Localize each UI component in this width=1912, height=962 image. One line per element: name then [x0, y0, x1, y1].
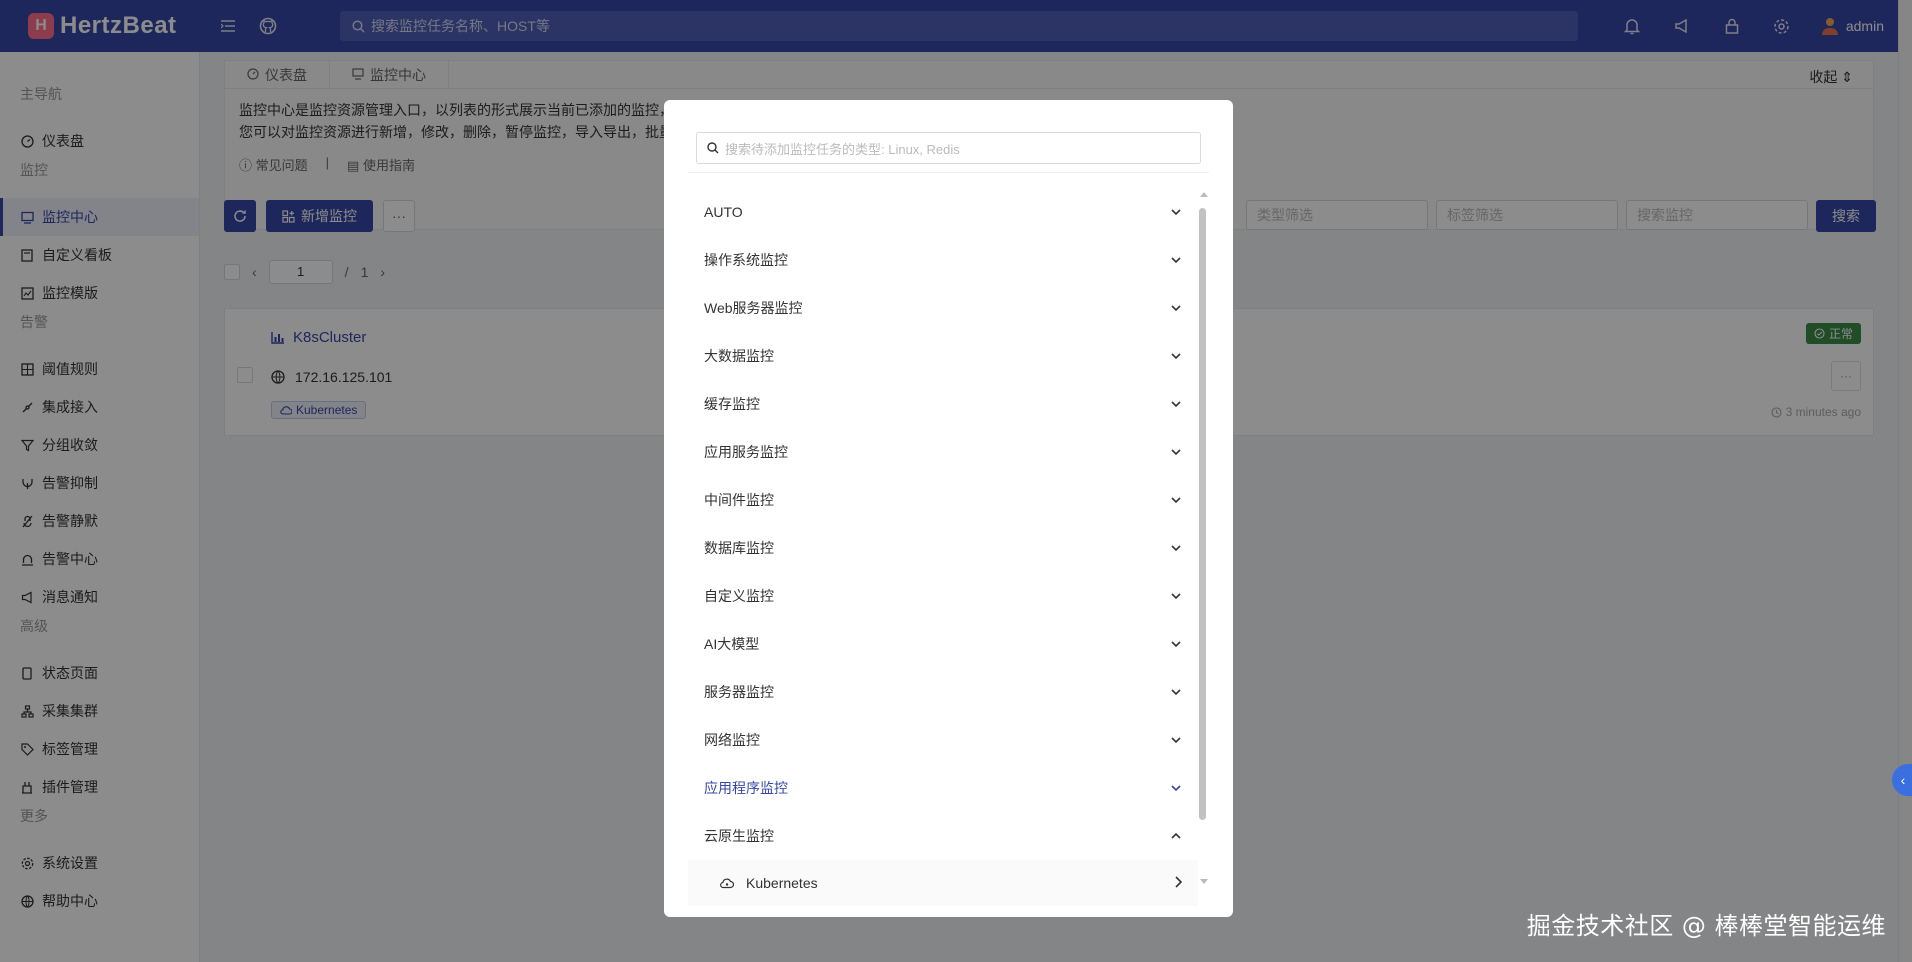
category-webserver[interactable]: Web服务器监控 [688, 284, 1198, 332]
modal-search-placeholder: 搜索待添加监控任务的类型: Linux, Redis [725, 141, 960, 157]
modal-scroll-up-icon[interactable] [1200, 192, 1208, 197]
category-label: 应用服务监控 [704, 444, 788, 460]
category-list: AUTO 操作系统监控 Web服务器监控 大数据监控 缓存监控 应用服务监控 中… [688, 188, 1198, 906]
chevron-down-icon [1170, 446, 1182, 458]
category-auto[interactable]: AUTO [688, 188, 1198, 236]
chevron-down-icon [1170, 302, 1182, 314]
category-network[interactable]: 网络监控 [688, 716, 1198, 764]
chevron-down-icon [1170, 638, 1182, 650]
chevron-down-icon [1170, 206, 1182, 218]
monitor-type-kubernetes[interactable]: Kubernetes [688, 860, 1198, 906]
chevron-right-icon [1175, 875, 1183, 891]
category-label: 操作系统监控 [704, 252, 788, 268]
modal-scrollbar-thumb[interactable] [1199, 208, 1206, 820]
category-ai-model[interactable]: AI大模型 [688, 620, 1198, 668]
chevron-left-icon: ‹ [1900, 772, 1906, 788]
chevron-down-icon [1170, 254, 1182, 266]
category-middleware[interactable]: 中间件监控 [688, 476, 1198, 524]
category-application[interactable]: 应用程序监控 [688, 764, 1198, 812]
modal-scroll-down-icon[interactable] [1200, 879, 1208, 884]
kubernetes-item-left: Kubernetes [720, 875, 818, 891]
category-label: Web服务器监控 [704, 300, 803, 316]
chevron-down-icon [1170, 590, 1182, 602]
category-bigdata[interactable]: 大数据监控 [688, 332, 1198, 380]
chevron-down-icon [1170, 782, 1182, 794]
chevron-down-icon [1170, 542, 1182, 554]
kubernetes-label: Kubernetes [746, 875, 818, 891]
category-custom[interactable]: 自定义监控 [688, 572, 1198, 620]
category-label: 服务器监控 [704, 684, 774, 700]
chevron-down-icon [1170, 686, 1182, 698]
category-label: 大数据监控 [704, 348, 774, 364]
category-label: 网络监控 [704, 732, 760, 748]
modal-divider [688, 172, 1209, 173]
category-label: 云原生监控 [704, 828, 774, 844]
category-label: 应用程序监控 [704, 780, 788, 796]
category-cloud-native[interactable]: 云原生监控 [688, 812, 1198, 860]
category-label: AI大模型 [704, 636, 760, 652]
search-icon [707, 142, 719, 154]
category-os[interactable]: 操作系统监控 [688, 236, 1198, 284]
category-database[interactable]: 数据库监控 [688, 524, 1198, 572]
category-label: 缓存监控 [704, 396, 760, 412]
watermark: 掘金技术社区 @ 棒棒堂智能运维 [1526, 912, 1886, 940]
monitor-type-search-input[interactable]: 搜索待添加监控任务的类型: Linux, Redis [696, 132, 1201, 164]
kubernetes-icon [720, 878, 734, 889]
category-label: 中间件监控 [704, 492, 774, 508]
chevron-down-icon [1170, 350, 1182, 362]
chevron-down-icon [1170, 734, 1182, 746]
chevron-down-icon [1170, 398, 1182, 410]
category-cache[interactable]: 缓存监控 [688, 380, 1198, 428]
chevron-up-icon [1170, 830, 1182, 842]
category-label: 数据库监控 [704, 540, 774, 556]
category-label: 自定义监控 [704, 588, 774, 604]
add-monitor-modal: 搜索待添加监控任务的类型: Linux, Redis AUTO 操作系统监控 W… [664, 100, 1233, 917]
category-label: AUTO [704, 204, 743, 220]
category-app-service[interactable]: 应用服务监控 [688, 428, 1198, 476]
category-server[interactable]: 服务器监控 [688, 668, 1198, 716]
chevron-down-icon [1170, 494, 1182, 506]
